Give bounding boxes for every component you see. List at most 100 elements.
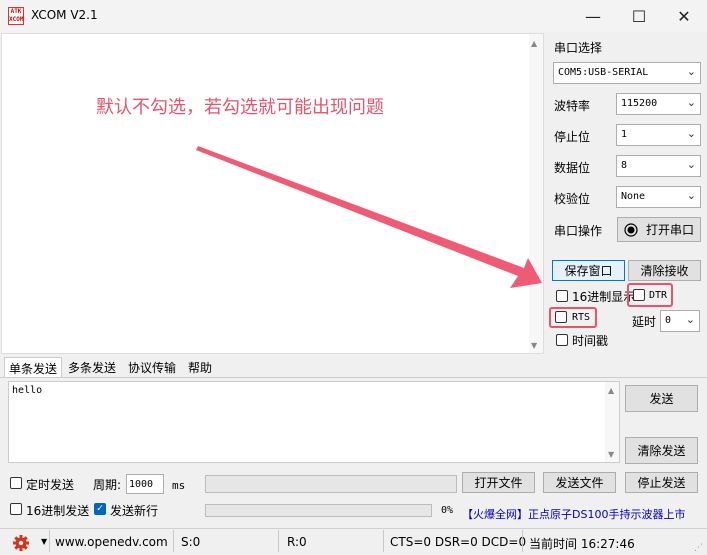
stop-bits-value: 1: [621, 129, 628, 140]
send-file-label: 发送文件: [555, 476, 604, 490]
port-operation-label: 串口操作: [554, 224, 603, 238]
scroll-up-icon[interactable]: ▲: [608, 386, 614, 395]
minimize-button[interactable]: —: [570, 0, 616, 32]
stop-send-label: 停止发送: [637, 476, 686, 490]
parity-value: None: [621, 191, 646, 202]
tab-label: 协议传输: [128, 361, 177, 375]
status-separator: [383, 530, 384, 552]
period-unit: ms: [172, 479, 186, 492]
hex-display-checkbox[interactable]: [556, 290, 568, 302]
rts-checkbox[interactable]: [555, 311, 567, 323]
logo-line-2: XCOM: [9, 16, 24, 23]
open-port-button[interactable]: 打开串口: [617, 217, 701, 242]
record-icon: [624, 222, 638, 237]
status-separator: [278, 530, 279, 552]
tab-protocol[interactable]: 协议传输: [124, 357, 180, 377]
maximize-button[interactable]: ☐: [616, 0, 662, 32]
timed-send-label: 定时发送: [26, 478, 75, 492]
newline-checkbox[interactable]: ✓: [94, 503, 106, 515]
chevron-down-icon: ⌄: [685, 313, 695, 326]
modem-lines-status: CTS=0 DSR=0 DCD=0: [390, 535, 527, 549]
dtr-label: DTR: [649, 290, 668, 301]
rts-label: RTS: [572, 312, 591, 323]
open-file-label: 打开文件: [474, 476, 523, 490]
period-label: 周期:: [93, 478, 122, 492]
clear-send-button[interactable]: 清除发送: [625, 437, 698, 464]
minimize-icon: —: [585, 6, 601, 26]
clear-send-label: 清除发送: [637, 444, 686, 458]
period-input[interactable]: 1000: [126, 474, 164, 494]
baud-select-value: 115200: [621, 98, 658, 109]
scroll-up-icon[interactable]: ▲: [531, 39, 537, 48]
send-file-button[interactable]: 发送文件: [543, 472, 616, 493]
tab-help[interactable]: 帮助: [184, 357, 216, 377]
resize-grip-icon[interactable]: ⋰: [694, 543, 703, 553]
scroll-down-icon[interactable]: ▼: [608, 450, 614, 459]
settings-gear-icon[interactable]: [12, 534, 30, 552]
stop-bits-select[interactable]: 1 ⌄: [616, 124, 701, 146]
tab-single-send[interactable]: 单条发送: [4, 357, 63, 377]
website-link[interactable]: www.openedv.com: [55, 535, 168, 549]
current-time: 当前时间 16:27:46: [529, 537, 635, 551]
parity-select[interactable]: None ⌄: [616, 186, 701, 208]
close-button[interactable]: ✕: [661, 0, 707, 32]
maximize-icon: ☐: [631, 6, 647, 26]
check-icon: ✓: [96, 504, 104, 514]
send-progress-bar: [205, 504, 432, 517]
baud-select[interactable]: 115200 ⌄: [616, 93, 701, 115]
hex-display-label: 16进制显示: [572, 290, 636, 304]
clear-receive-label: 清除接收: [640, 264, 689, 278]
hex-send-label: 16进制发送: [26, 504, 90, 518]
window-title: XCOM V2.1: [31, 8, 98, 22]
app-logo: ATK XCOM: [8, 7, 24, 25]
chevron-down-icon: ⌄: [686, 96, 696, 109]
tab-multi-send[interactable]: 多条发送: [64, 357, 120, 377]
tab-divider: [0, 377, 707, 378]
parity-label: 校验位: [554, 192, 591, 206]
menu-dropdown-icon[interactable]: ▼: [41, 537, 47, 546]
status-separator: [522, 530, 523, 552]
port-select-value: COM5:USB-SERIAL: [558, 67, 649, 78]
close-icon: ✕: [677, 6, 691, 26]
dtr-checkbox[interactable]: [633, 289, 645, 301]
port-select[interactable]: COM5:USB-SERIAL ⌄: [553, 62, 701, 84]
delay-select[interactable]: 0 ⌄: [660, 310, 700, 332]
timestamp-label: 时间戳: [572, 334, 609, 348]
tab-label: 帮助: [188, 361, 213, 375]
delay-label: 延时: [632, 315, 657, 329]
timed-send-checkbox[interactable]: [10, 477, 22, 489]
stop-bits-label: 停止位: [554, 130, 591, 144]
logo-line-1: ATK: [10, 8, 22, 15]
received-count: R:0: [287, 535, 307, 549]
delay-value: 0: [665, 315, 672, 326]
timestamp-checkbox[interactable]: [556, 334, 568, 346]
sent-count: S:0: [181, 535, 201, 549]
scroll-down-icon[interactable]: ▼: [531, 341, 537, 350]
send-label: 发送: [649, 392, 674, 406]
save-window-label: 保存窗口: [564, 264, 613, 278]
annotation-arrow: [196, 146, 542, 288]
promo-link[interactable]: 【火爆全网】正点原子DS100手持示波器上市: [462, 506, 685, 522]
open-port-label: 打开串口: [646, 223, 695, 237]
data-bits-label: 数据位: [554, 161, 591, 175]
newline-label: 发送新行: [110, 504, 159, 518]
tab-label: 多条发送: [68, 361, 117, 375]
send-text: hello: [12, 385, 43, 396]
data-bits-select[interactable]: 8 ⌄: [616, 155, 701, 177]
chevron-down-icon: ⌄: [686, 158, 696, 171]
data-bits-value: 8: [621, 160, 628, 171]
port-select-label: 串口选择: [554, 41, 603, 55]
clear-receive-button[interactable]: 清除接收: [628, 260, 701, 281]
stop-send-button[interactable]: 停止发送: [625, 472, 698, 493]
file-path-field[interactable]: [205, 475, 457, 493]
open-file-button[interactable]: 打开文件: [462, 472, 535, 493]
save-window-button[interactable]: 保存窗口: [552, 260, 625, 281]
chevron-down-icon: ⌄: [686, 127, 696, 140]
send-button[interactable]: 发送: [625, 385, 698, 412]
status-separator: [173, 530, 174, 552]
send-textarea[interactable]: [8, 381, 620, 463]
progress-percent: 0%: [441, 505, 454, 516]
annotation-text: 默认不勾选，若勾选就可能出现问题: [96, 97, 384, 118]
hex-send-checkbox[interactable]: [10, 503, 22, 515]
tab-label: 单条发送: [9, 362, 58, 376]
